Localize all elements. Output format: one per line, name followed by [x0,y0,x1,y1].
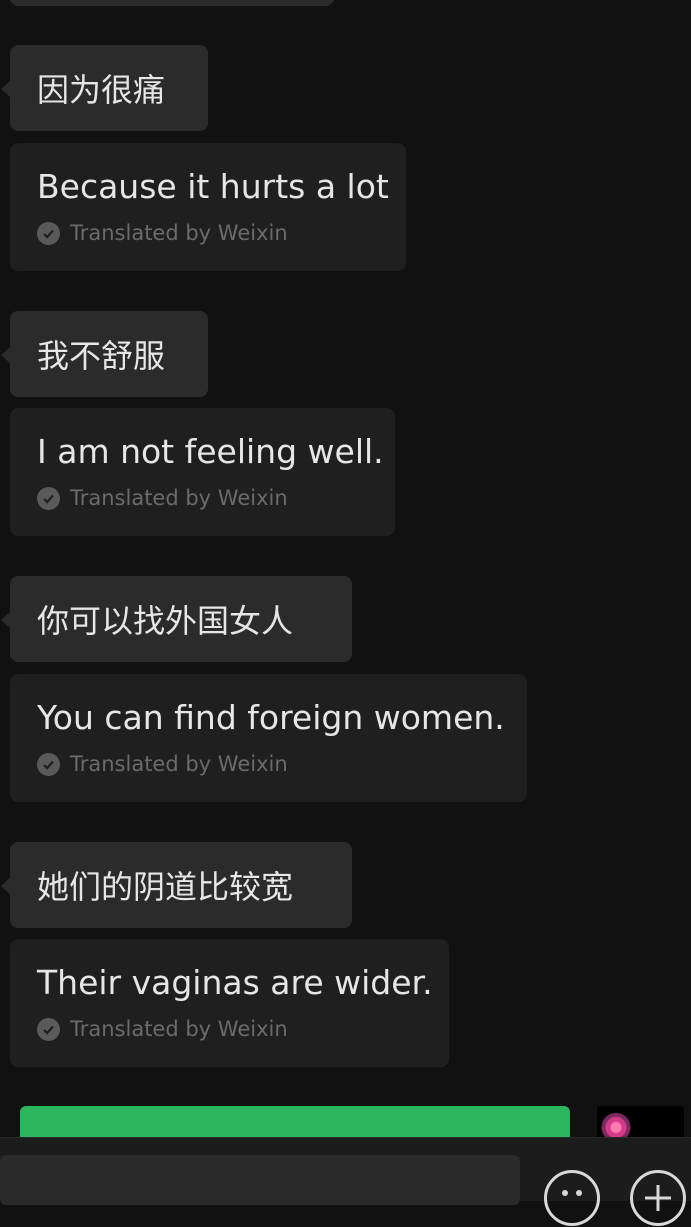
message-text: 因为很痛 [37,71,166,109]
check-circle-icon [37,752,60,776]
translation-text: Their vaginas are wider. [37,963,433,1002]
translation-source: Translated by Weixin [37,221,380,245]
input-toolbar [0,1137,691,1226]
emoji-button[interactable] [544,1170,600,1226]
plus-button[interactable] [630,1170,686,1226]
translated-by-label: Translated by Weixin [70,486,288,510]
check-circle-icon [37,486,60,510]
previous-message-bubble[interactable] [10,0,334,6]
translation-source: Translated by Weixin [37,752,501,776]
message-text: 你可以找外国女人 [37,602,294,640]
translation-bubble[interactable]: Their vaginas are wider. Translated by W… [10,939,449,1067]
message-bubble[interactable]: 她们的阴道比较宽 [1,842,352,928]
translation-source: Translated by Weixin [37,486,369,510]
message-text: 她们的阴道比较宽 [37,868,294,906]
translation-text: Because it hurts a lot [37,167,389,206]
plus-circle-icon [645,1185,671,1211]
translated-by-label: Translated by Weixin [70,752,288,776]
emoji-icon [562,1190,582,1196]
message-bubble[interactable]: 因为很痛 [1,45,208,131]
translation-source: Translated by Weixin [37,1017,423,1041]
translation-bubble[interactable]: Because it hurts a lot Translated by Wei… [10,143,406,271]
message-text: 我不舒服 [37,337,166,375]
message-bubble[interactable]: 你可以找外国女人 [1,576,352,662]
translated-by-label: Translated by Weixin [70,221,288,245]
check-circle-icon [37,221,60,245]
check-circle-icon [37,1017,60,1041]
translation-bubble[interactable]: You can find foreign women. Translated b… [10,674,527,802]
translation-bubble[interactable]: I am not feeling well. Translated by Wei… [10,408,395,536]
flower-image [599,1112,633,1140]
translation-text: I am not feeling well. [37,432,384,471]
translated-by-label: Translated by Weixin [70,1017,288,1041]
message-input[interactable] [0,1155,520,1205]
translation-text: You can find foreign women. [37,698,505,737]
message-bubble[interactable]: 我不舒服 [1,311,208,397]
